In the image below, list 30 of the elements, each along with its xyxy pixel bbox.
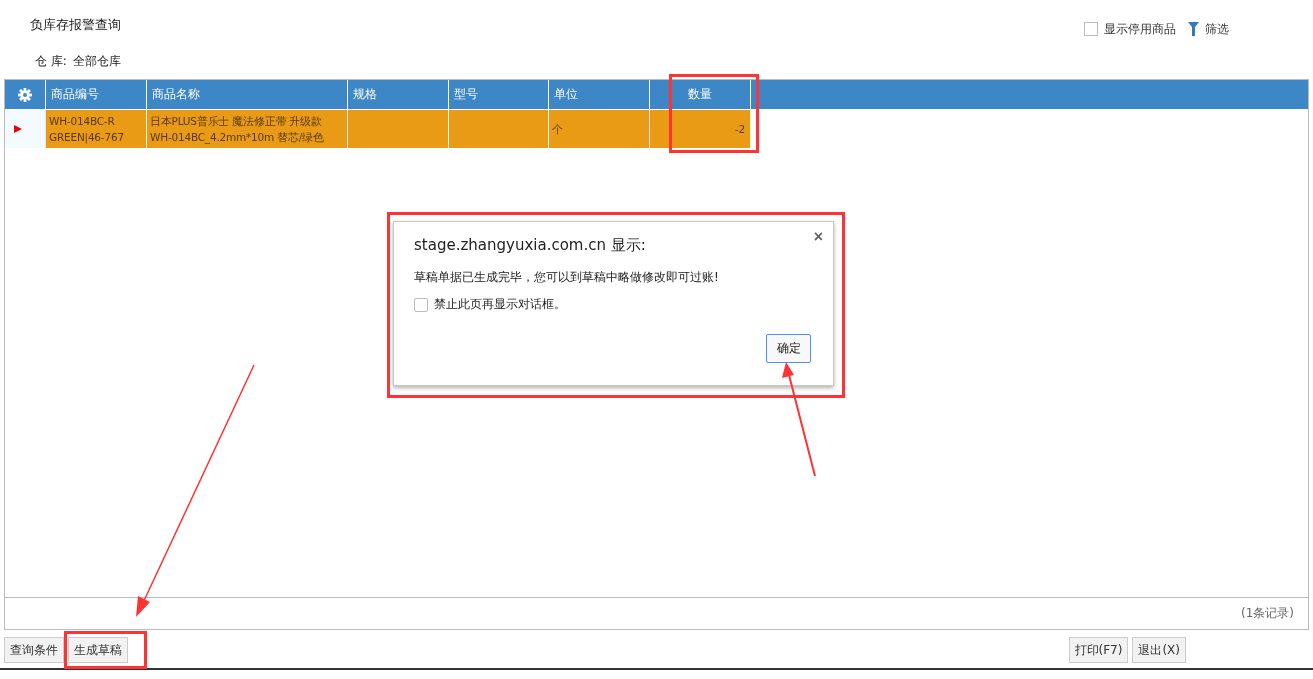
column-header[interactable]: 商品编号 bbox=[46, 80, 147, 109]
settings-icon[interactable] bbox=[18, 87, 32, 102]
filter-icon[interactable] bbox=[1188, 22, 1199, 36]
table-cell: 日本PLUS普乐士 魔法修正带 升级款 WH-014BC_4.2mm*10m 替芯/绿色 bbox=[147, 110, 348, 148]
checkbox[interactable] bbox=[1084, 22, 1098, 36]
table-cell: WH-014BC-R GREEN|46-767 bbox=[46, 110, 147, 148]
close-button[interactable]: × bbox=[811, 226, 825, 248]
action-button[interactable]: 退出(X) bbox=[1132, 637, 1186, 663]
row-pointer-icon bbox=[14, 125, 22, 133]
record-count: (1条记录) bbox=[5, 597, 1308, 629]
checkbox-label: 禁止此页再显示对话框。 bbox=[434, 296, 566, 313]
action-button[interactable]: 生成草稿 bbox=[68, 637, 128, 663]
column-header[interactable]: 单位 bbox=[549, 80, 650, 109]
page-title: 负库存报警查询 bbox=[30, 16, 121, 34]
checkbox[interactable] bbox=[414, 297, 428, 312]
table-cell: -2 bbox=[650, 110, 751, 148]
column-header[interactable]: 型号 bbox=[449, 80, 549, 109]
filter-link[interactable]: 筛选 bbox=[1205, 20, 1229, 38]
dialog-title: stage.zhangyuxia.com.cn 显示: bbox=[414, 236, 647, 255]
column-header[interactable]: 商品名称 bbox=[147, 80, 348, 109]
warehouse-value: 全部仓库 bbox=[72, 53, 121, 70]
column-header[interactable]: 数量 bbox=[650, 80, 751, 109]
ok-button[interactable]: 确定 bbox=[766, 334, 811, 363]
dialog-message: 草稿单据已生成完毕，您可以到草稿中略做修改即可过账! bbox=[414, 269, 720, 286]
action-button[interactable]: 打印(F7) bbox=[1068, 637, 1129, 663]
table-cell: 个 bbox=[549, 110, 650, 148]
warehouse-label: 仓 库: bbox=[35, 53, 67, 70]
column-header[interactable]: 规格 bbox=[348, 80, 449, 109]
checkbox-label: 显示停用商品 bbox=[1104, 20, 1176, 38]
action-button[interactable]: 查询条件 bbox=[4, 637, 64, 663]
